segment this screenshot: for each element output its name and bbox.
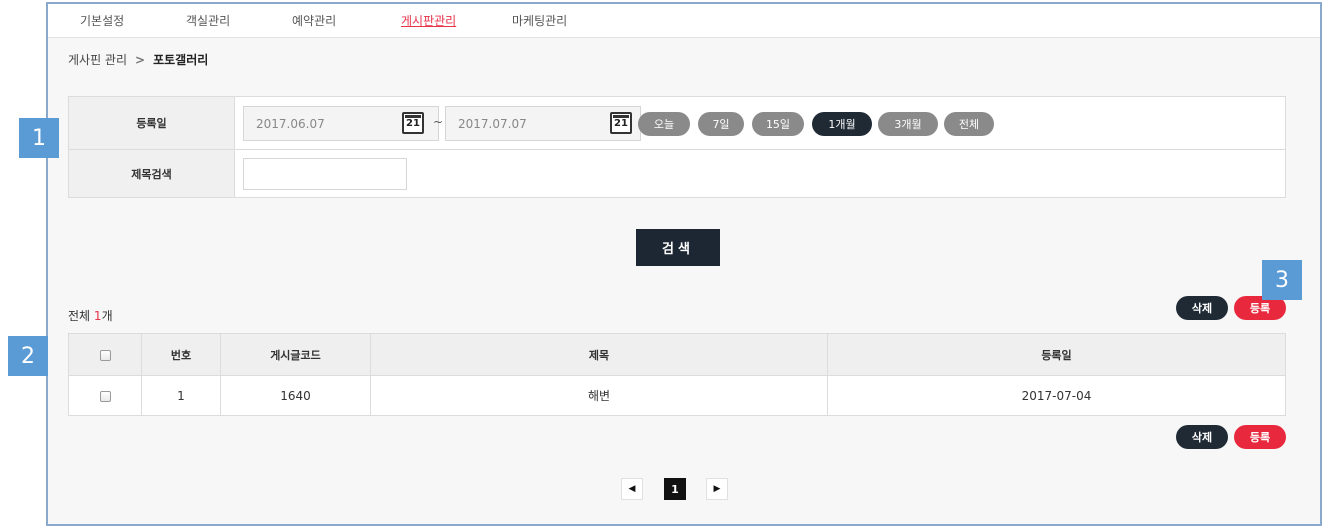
total-prefix: 전체 — [68, 309, 91, 323]
row-checkbox[interactable] — [99, 390, 111, 402]
date-filter-row: 등록일 2017.06.07 21 ~ 2017.07.07 21 오늘 7일 … — [69, 97, 1285, 150]
breadcrumb-current: 포토갤러리 — [153, 53, 209, 67]
select-all-checkbox[interactable] — [99, 349, 111, 361]
admin-panel: 기본설정 객실관리 예약관리 게시판관리 마케팅관리 게사핀 관리 > 포토갤러리 … — [46, 2, 1322, 526]
column-header-code: 게시글코드 — [220, 333, 371, 376]
nav-item-room-management[interactable]: 객실관리 — [186, 12, 230, 29]
delete-button-top[interactable]: 삭제 — [1176, 296, 1228, 320]
post-table: 번호 게시글코드 제목 등록일 1 1640 해변 2017-07-04 — [68, 333, 1286, 416]
total-count: 1 — [93, 309, 102, 323]
title-search-input[interactable] — [243, 158, 407, 190]
nav-item-board-management[interactable]: 게시판관리 — [401, 12, 456, 29]
table-header-row: 번호 게시글코드 제목 등록일 — [68, 333, 1286, 376]
calendar-icon[interactable]: 21 — [402, 112, 424, 134]
row-title[interactable]: 해변 — [370, 375, 828, 416]
chevron-right-icon: > — [135, 53, 146, 67]
annotation-marker-3: 3 — [1262, 260, 1302, 300]
select-all-cell — [68, 333, 142, 376]
breadcrumb-parent[interactable]: 게사핀 관리 — [68, 53, 127, 67]
nav-item-reservation-management[interactable]: 예약관리 — [292, 12, 336, 29]
row-code: 1640 — [220, 375, 371, 416]
total-count-text: 전체 1개 — [68, 307, 113, 324]
column-header-title: 제목 — [370, 333, 828, 376]
nav-item-basic-settings[interactable]: 기본설정 — [80, 12, 124, 29]
top-nav: 기본설정 객실관리 예약관리 게시판관리 마케팅관리 — [48, 4, 1320, 38]
range-3months-button[interactable]: 3개월 — [878, 112, 938, 136]
column-header-date: 등록일 — [827, 333, 1286, 376]
date-label: 등록일 — [69, 97, 235, 149]
delete-button-bottom[interactable]: 삭제 — [1176, 425, 1228, 449]
row-number: 1 — [141, 375, 221, 416]
range-7days-button[interactable]: 7일 — [698, 112, 744, 136]
table-row[interactable]: 1 1640 해변 2017-07-04 — [68, 375, 1286, 416]
next-page-icon[interactable]: ▶ — [706, 478, 728, 500]
title-search-label: 제목검색 — [69, 150, 235, 197]
column-header-number: 번호 — [141, 333, 221, 376]
range-15days-button[interactable]: 15일 — [752, 112, 804, 136]
range-all-button[interactable]: 전체 — [944, 112, 994, 136]
calendar-icon[interactable]: 21 — [610, 112, 632, 134]
range-1month-button[interactable]: 1개월 — [812, 112, 872, 136]
range-today-button[interactable]: 오늘 — [638, 112, 690, 136]
total-suffix: 개 — [101, 309, 113, 323]
prev-page-icon[interactable]: ◀ — [621, 478, 643, 500]
row-date: 2017-07-04 — [827, 375, 1286, 416]
row-select-cell — [68, 375, 142, 416]
search-filter-panel: 등록일 2017.06.07 21 ~ 2017.07.07 21 오늘 7일 … — [68, 96, 1286, 198]
page-number-1[interactable]: 1 — [664, 478, 686, 500]
nav-item-marketing-management[interactable]: 마케팅관리 — [512, 12, 567, 29]
title-filter-row: 제목검색 — [69, 150, 1285, 197]
annotation-marker-1: 1 — [19, 118, 59, 158]
date-range-separator: ~ — [433, 115, 444, 129]
annotation-marker-2: 2 — [8, 336, 48, 376]
register-button-bottom[interactable]: 등록 — [1234, 425, 1286, 449]
breadcrumb: 게사핀 관리 > 포토갤러리 — [68, 51, 208, 68]
search-button[interactable]: 검색 — [636, 229, 720, 266]
